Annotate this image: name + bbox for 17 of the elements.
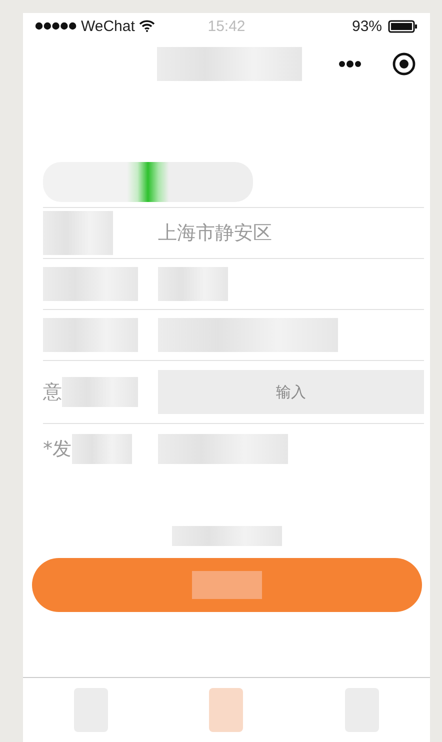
battery-percent: 93% (352, 18, 382, 34)
battery-icon (388, 20, 418, 32)
clock-time: 15:42 (208, 18, 246, 34)
tab-icon[interactable] (209, 688, 244, 732)
signal-icon (35, 22, 77, 30)
field-label: *发 (43, 437, 72, 462)
submit-button[interactable] (32, 558, 422, 612)
wifi-icon (138, 20, 155, 32)
input-field[interactable]: 输入 (158, 370, 424, 414)
carrier-name: WeChat (81, 18, 135, 34)
district-value: 上海市静安区 (158, 221, 272, 246)
field-label: 意 (43, 380, 62, 405)
blurred-text (43, 211, 113, 255)
blurred-toggle[interactable] (43, 162, 253, 202)
blurred-text (72, 434, 132, 464)
blurred-text (158, 267, 228, 301)
more-icon[interactable] (338, 60, 362, 68)
